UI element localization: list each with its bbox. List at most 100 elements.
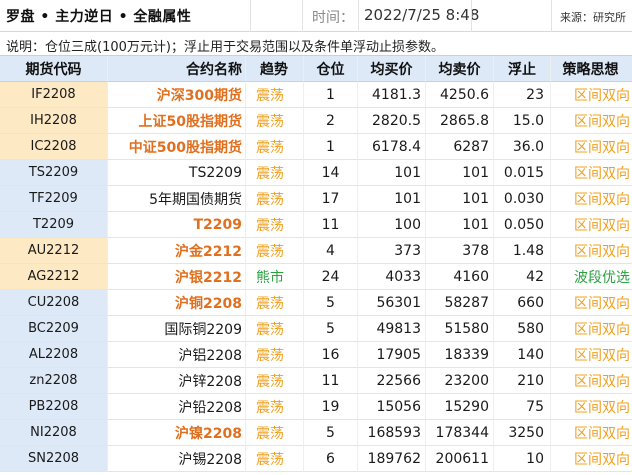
cell-position: 6 — [304, 446, 358, 472]
cell-position: 11 — [304, 212, 358, 238]
cell-sell-price: 6287 — [426, 134, 494, 160]
header-float: 浮止 — [494, 56, 551, 82]
cell-sell-price: 378 — [426, 238, 494, 264]
cell-trend: 震荡 — [246, 420, 304, 446]
table-row: AU2212 沪金2212 震荡 4 373 378 1.48 区间双向 — [0, 238, 632, 264]
cell-float-stop: 23 — [494, 82, 551, 108]
table-row: BC2209 国际铜2209 震荡 5 49813 51580 580 区间双向 — [0, 316, 632, 342]
cell-buy-price: 4033 — [358, 264, 426, 290]
cell-name: 中证500股指期货 — [108, 134, 246, 160]
cell-name: 沪金2212 — [108, 238, 246, 264]
cell-float-stop: 0.030 — [494, 186, 551, 212]
table-row: PB2208 沪铅2208 震荡 19 15056 15290 75 区间双向 — [0, 394, 632, 420]
cell-strategy: 区间双向 — [551, 342, 632, 368]
cell-strategy: 区间双向 — [551, 108, 632, 134]
cell-code: NI2208 — [0, 420, 108, 446]
cell-strategy: 区间双向 — [551, 212, 632, 238]
cell-code: TF2209 — [0, 186, 108, 212]
cell-position: 5 — [304, 420, 358, 446]
header-code: 期货代码 — [0, 56, 108, 82]
cell-float-stop: 140 — [494, 342, 551, 368]
cell-sell-price: 101 — [426, 212, 494, 238]
cell-position: 17 — [304, 186, 358, 212]
title-bar: 罗盘 • 主力逆日 • 全融属性 时间： 2022/7/25 8:48 来源：研… — [0, 0, 632, 32]
cell-float-stop: 15.0 — [494, 108, 551, 134]
cell-position: 1 — [304, 82, 358, 108]
cell-buy-price: 15056 — [358, 394, 426, 420]
header-trend: 趋势 — [246, 56, 304, 82]
cell-buy-price: 168593 — [358, 420, 426, 446]
table-row: IF2208 沪深300期货 震荡 1 4181.3 4250.6 23 区间双向 — [0, 82, 632, 108]
cell-sell-price: 4250.6 — [426, 82, 494, 108]
futures-table: 期货代码 合约名称 趋势 仓位 均买价 均卖价 浮止 策略思想 IF2208 沪深… — [0, 56, 632, 475]
cell-buy-price: 101 — [358, 186, 426, 212]
table-row: CU2208 沪铜2208 震荡 5 56301 58287 660 区间双向 — [0, 290, 632, 316]
cell-strategy: 区间双向 — [551, 446, 632, 472]
table-row: TF2209 5年期国债期货 震荡 17 101 101 0.030 区间双向 — [0, 186, 632, 212]
cell-buy-price: 100 — [358, 212, 426, 238]
cell-code: IH2208 — [0, 108, 108, 134]
cell-trend: 震荡 — [246, 238, 304, 264]
cell-float-stop: 42 — [494, 264, 551, 290]
cell-buy-price: 49813 — [358, 316, 426, 342]
header-buy: 均买价 — [358, 56, 426, 82]
table-row: NI2208 沪镍2208 震荡 5 168593 178344 3250 区间双向 — [0, 420, 632, 446]
cell-sell-price: 200611 — [426, 446, 494, 472]
cell-strategy: 区间双向 — [551, 316, 632, 342]
cell-buy-price: 56301 — [358, 290, 426, 316]
header-strategy: 策略思想 — [551, 56, 632, 82]
table-row: IH2208 上证50股指期货 震荡 2 2820.5 2865.8 15.0 区间双向 — [0, 108, 632, 134]
cell-float-stop: 580 — [494, 316, 551, 342]
cell-float-stop: 36.0 — [494, 134, 551, 160]
cell-code: AL2208 — [0, 342, 108, 368]
cell-name: 沪铜2208 — [108, 290, 246, 316]
cell-code: AU2212 — [0, 238, 108, 264]
cell-buy-price: 101 — [358, 160, 426, 186]
cell-buy-price: 373 — [358, 238, 426, 264]
header-sell: 均卖价 — [426, 56, 494, 82]
cell-position: 1 — [304, 134, 358, 160]
cell-buy-price: 17905 — [358, 342, 426, 368]
cell-strategy: 区间双向 — [551, 82, 632, 108]
column-divider — [551, 0, 552, 32]
cell-strategy: 区间双向 — [551, 186, 632, 212]
cell-position: 2 — [304, 108, 358, 134]
source-label: 来源：研究所 — [560, 11, 626, 24]
cell-code: IC2208 — [0, 134, 108, 160]
cell-buy-price: 22566 — [358, 368, 426, 394]
cell-trend: 熊市 — [246, 264, 304, 290]
cell-trend: 震荡 — [246, 368, 304, 394]
cell-strategy: 区间双向 — [551, 238, 632, 264]
column-divider — [358, 0, 359, 32]
table-row: AL2208 沪铝2208 震荡 16 17905 18339 140 区间双向 — [0, 342, 632, 368]
cell-position: 5 — [304, 316, 358, 342]
cell-trend: 震荡 — [246, 108, 304, 134]
table-header-row: 期货代码 合约名称 趋势 仓位 均买价 均卖价 浮止 策略思想 — [0, 56, 632, 82]
table-row: IC2208 中证500股指期货 震荡 1 6178.4 6287 36.0 区间双向 — [0, 134, 632, 160]
cell-trend: 震荡 — [246, 134, 304, 160]
cell-name: T2209 — [108, 212, 246, 238]
cell-name: 沪铅2208 — [108, 394, 246, 420]
cell-float-stop: 0.050 — [494, 212, 551, 238]
cell-buy-price: 189762 — [358, 446, 426, 472]
cell-name: 沪锡2208 — [108, 446, 246, 472]
cell-code: AG2212 — [0, 264, 108, 290]
sheet-title: 罗盘 • 主力逆日 • 全融属性 — [6, 9, 192, 25]
time-label: 时间： — [312, 10, 354, 26]
cell-name: TS2209 — [108, 160, 246, 186]
cell-code: PB2208 — [0, 394, 108, 420]
cell-position: 5 — [304, 290, 358, 316]
cell-sell-price: 51580 — [426, 316, 494, 342]
header-name: 合约名称 — [108, 56, 246, 82]
table-row: SN2208 沪锡2208 震荡 6 189762 200611 10 区间双向 — [0, 446, 632, 472]
table-row: AG2212 沪银2212 熊市 24 4033 4160 42 波段优选 — [0, 264, 632, 290]
cell-buy-price: 6178.4 — [358, 134, 426, 160]
time-value: 2022/7/25 8:48 — [364, 6, 480, 24]
cell-code: zn2208 — [0, 368, 108, 394]
cell-float-stop: 210 — [494, 368, 551, 394]
cell-strategy: 区间双向 — [551, 420, 632, 446]
cell-sell-price: 101 — [426, 186, 494, 212]
cell-code: T2209 — [0, 212, 108, 238]
column-divider — [471, 0, 472, 32]
cell-trend: 震荡 — [246, 316, 304, 342]
